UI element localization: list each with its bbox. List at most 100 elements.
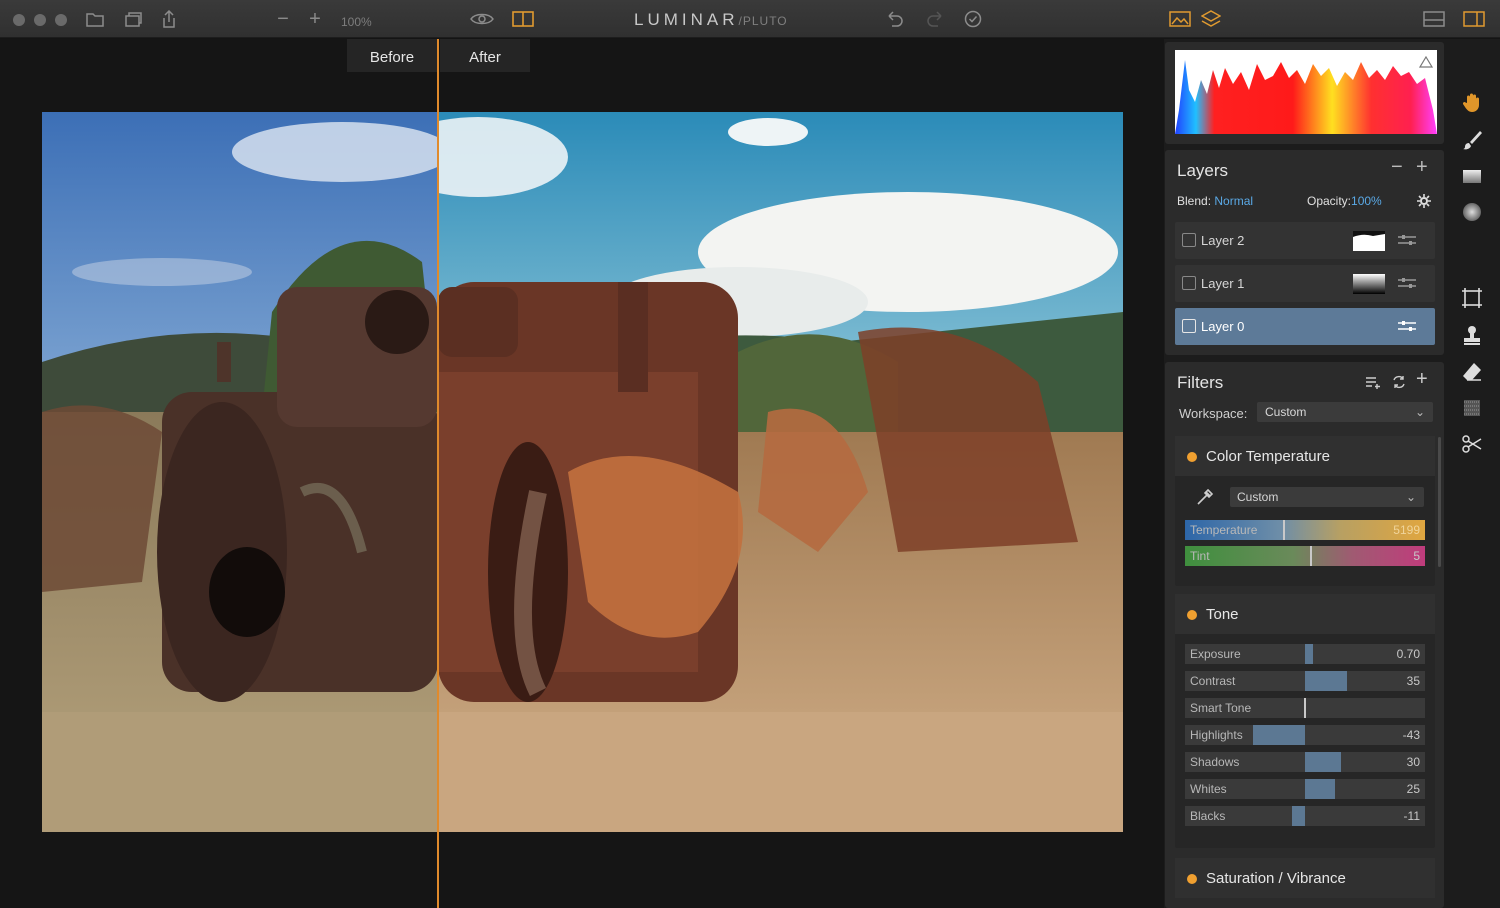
slider-thumb[interactable] bbox=[1304, 806, 1306, 826]
noise-icon[interactable] bbox=[1459, 395, 1485, 421]
hand-icon[interactable] bbox=[1459, 89, 1485, 115]
temperature-preset-select[interactable]: Custom ⌄ bbox=[1230, 487, 1424, 507]
slider-thumb[interactable] bbox=[1304, 752, 1306, 772]
add-layer-button[interactable]: + bbox=[1416, 156, 1428, 179]
share-icon[interactable] bbox=[158, 9, 180, 29]
filters-scrollbar[interactable] bbox=[1438, 437, 1441, 567]
slider-value: 5 bbox=[1413, 549, 1420, 563]
gradient-icon[interactable] bbox=[1459, 163, 1485, 189]
eraser-icon[interactable] bbox=[1459, 359, 1485, 385]
slider-thumb[interactable] bbox=[1304, 644, 1306, 664]
filter-tone: Tone Exposure 0.70 Contrast 35 Smart Tone Hig… bbox=[1175, 594, 1435, 848]
filter-status-dot[interactable] bbox=[1187, 610, 1197, 620]
filter-status-dot[interactable] bbox=[1187, 452, 1197, 462]
layer-adjust-icon[interactable] bbox=[1397, 319, 1417, 333]
tone-slider-shadows[interactable]: Shadows 30 bbox=[1185, 752, 1425, 772]
layer-adjust-icon[interactable] bbox=[1397, 233, 1417, 247]
zoom-in-button[interactable]: + bbox=[306, 9, 324, 29]
filter-list-icon[interactable] bbox=[1365, 375, 1381, 389]
remove-layer-button[interactable]: − bbox=[1391, 156, 1403, 179]
filters-panel: Filters + Workspace: Custom ⌄ Color Temp… bbox=[1165, 362, 1444, 908]
layers-stack-icon[interactable] bbox=[122, 9, 144, 29]
filter-header[interactable]: Saturation / Vibrance bbox=[1175, 858, 1435, 898]
layer-mask-thumbnail bbox=[1353, 274, 1385, 294]
filters-title: Filters bbox=[1177, 373, 1224, 392]
layer-visibility-icon[interactable] bbox=[1182, 276, 1196, 290]
image-canvas[interactable]: Before After bbox=[0, 39, 1164, 908]
tone-slider-whites[interactable]: Whites 25 bbox=[1185, 779, 1425, 799]
opacity-field[interactable]: Opacity:100% bbox=[1307, 194, 1382, 208]
radial-icon[interactable] bbox=[1459, 199, 1485, 225]
workspace-select[interactable]: Custom ⌄ bbox=[1257, 402, 1433, 422]
history-icon[interactable] bbox=[962, 9, 984, 29]
scissors-icon[interactable] bbox=[1459, 431, 1485, 457]
tint-slider[interactable]: Tint 5 bbox=[1185, 546, 1425, 566]
tone-slider-smart-tone[interactable]: Smart Tone bbox=[1185, 698, 1425, 718]
layer-visibility-icon[interactable] bbox=[1182, 233, 1196, 247]
image-icon[interactable] bbox=[1168, 9, 1192, 29]
filter-header[interactable]: Color Temperature bbox=[1175, 436, 1435, 476]
slider-value: -43 bbox=[1402, 728, 1420, 742]
blend-value[interactable]: Normal bbox=[1214, 194, 1253, 208]
tone-slider-blacks[interactable]: Blacks -11 bbox=[1185, 806, 1425, 826]
clipping-warning-icon[interactable] bbox=[1419, 56, 1433, 68]
split-view-icon[interactable] bbox=[511, 9, 535, 29]
slider-label: Shadows bbox=[1190, 755, 1240, 769]
eyedropper-icon[interactable] bbox=[1195, 487, 1215, 507]
histogram bbox=[1165, 42, 1444, 144]
slider-thumb[interactable] bbox=[1309, 546, 1312, 566]
slider-thumb[interactable] bbox=[1304, 725, 1306, 745]
slider-value: 30 bbox=[1406, 755, 1420, 769]
layer-row-2[interactable]: Layer 2 bbox=[1175, 222, 1435, 259]
eye-icon[interactable] bbox=[469, 9, 495, 29]
layer-row-0[interactable]: Layer 0 bbox=[1175, 308, 1435, 345]
slider-label: Blacks bbox=[1190, 809, 1226, 823]
split-divider-handle[interactable] bbox=[437, 39, 439, 908]
undo-icon[interactable] bbox=[884, 9, 906, 29]
histogram-plot bbox=[1175, 50, 1437, 134]
preset-value: Custom bbox=[1237, 490, 1279, 504]
brush-icon[interactable] bbox=[1459, 127, 1485, 153]
window-close-button[interactable] bbox=[13, 14, 25, 26]
blend-field[interactable]: Blend: Normal bbox=[1177, 194, 1253, 208]
gear-icon[interactable] bbox=[1417, 194, 1431, 208]
slider-fill bbox=[1305, 671, 1347, 691]
temperature-slider[interactable]: Temperature 5199 bbox=[1185, 520, 1425, 540]
window-minimize-button[interactable] bbox=[34, 14, 46, 26]
filter-header[interactable]: Tone bbox=[1175, 594, 1435, 634]
window-zoom-button[interactable] bbox=[55, 14, 67, 26]
sidebar-icon[interactable] bbox=[1462, 9, 1486, 29]
panel-toggle-icon[interactable] bbox=[1422, 9, 1446, 29]
stamp-icon[interactable] bbox=[1459, 322, 1485, 348]
layer-adjust-icon[interactable] bbox=[1397, 276, 1417, 290]
slider-value: 5199 bbox=[1393, 523, 1420, 537]
workspace-value: Custom bbox=[1265, 405, 1307, 419]
slider-label: Temperature bbox=[1190, 523, 1258, 537]
layer-mask-thumbnail bbox=[1353, 231, 1385, 251]
layer-visibility-icon[interactable] bbox=[1182, 319, 1196, 333]
before-image bbox=[42, 112, 438, 832]
folder-icon[interactable] bbox=[84, 9, 106, 29]
filter-status-dot[interactable] bbox=[1187, 874, 1197, 884]
slider-thumb[interactable] bbox=[1283, 520, 1286, 540]
opacity-value[interactable]: 100% bbox=[1351, 194, 1382, 208]
app-title: LUMINAR/PLUTO bbox=[634, 10, 788, 29]
slider-thumb[interactable] bbox=[1304, 779, 1306, 799]
photo[interactable] bbox=[42, 112, 1123, 832]
redo-icon[interactable] bbox=[924, 9, 946, 29]
layers-icon[interactable] bbox=[1200, 9, 1222, 29]
slider-thumb[interactable] bbox=[1304, 698, 1306, 718]
tone-slider-contrast[interactable]: Contrast 35 bbox=[1185, 671, 1425, 691]
zoom-out-button[interactable]: − bbox=[274, 9, 292, 29]
slider-thumb[interactable] bbox=[1304, 671, 1306, 691]
slider-value: 25 bbox=[1406, 782, 1420, 796]
refresh-icon[interactable] bbox=[1391, 374, 1407, 390]
zoom-level[interactable]: 100% bbox=[341, 15, 372, 29]
layer-row-1[interactable]: Layer 1 bbox=[1175, 265, 1435, 302]
tone-slider-exposure[interactable]: Exposure 0.70 bbox=[1185, 644, 1425, 664]
add-filter-button[interactable]: + bbox=[1416, 368, 1428, 391]
tone-slider-highlights[interactable]: Highlights -43 bbox=[1185, 725, 1425, 745]
slider-label: Exposure bbox=[1190, 647, 1241, 661]
filter-saturation-vibrance: Saturation / Vibrance bbox=[1175, 858, 1435, 898]
crop-icon[interactable] bbox=[1459, 285, 1485, 311]
